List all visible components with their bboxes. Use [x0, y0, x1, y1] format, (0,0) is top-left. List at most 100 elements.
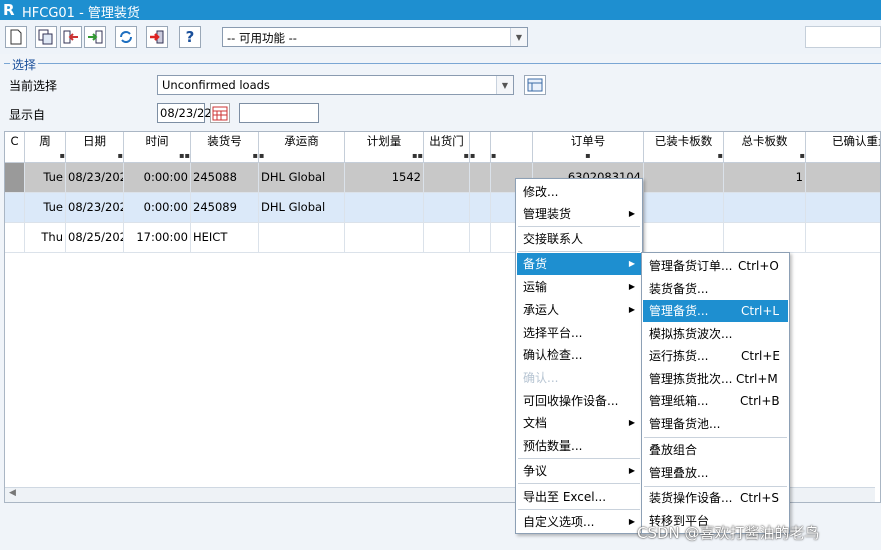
cell-planned [345, 223, 424, 252]
submenu-item[interactable]: 装货备货... [643, 278, 788, 300]
submenu-item-label: 装货操作设备... [649, 491, 733, 505]
cell-total-pallets [724, 193, 806, 222]
menu-item-manage-load[interactable]: 管理装货 ▶ [517, 203, 641, 225]
submenu-item[interactable]: 模拟拣货波次... [643, 323, 788, 345]
menu-item-documents[interactable]: 文档 ▶ [517, 412, 641, 434]
chevron-down-icon[interactable]: ▼ [496, 76, 513, 94]
menu-item-confirm-check[interactable]: 确认检查... [517, 344, 641, 366]
submenu-item[interactable]: 运行拣货... Ctrl+E [643, 345, 788, 367]
menu-item-carrier[interactable]: 承运人 ▶ [517, 299, 641, 321]
menu-item-select-platform[interactable]: 选择平台... [517, 322, 641, 344]
move-left-icon[interactable] [60, 26, 82, 48]
selection-editor-icon[interactable] [524, 75, 546, 95]
filter-cell[interactable]: ▪▪ [345, 151, 424, 163]
filter-cell[interactable]: ▪ [491, 151, 533, 163]
column-header[interactable]: 时间 [124, 132, 191, 151]
menu-item-label: 导出至 Excel... [523, 490, 607, 504]
submenu-item-manage-picking[interactable]: 管理备货... Ctrl+L [643, 300, 788, 322]
submenu-item[interactable]: 管理备货池... [643, 413, 788, 435]
cell-confirmed-weight [806, 223, 880, 252]
function-select-value: -- 可用功能 -- [227, 31, 297, 45]
chevron-right-icon: ▶ [628, 259, 635, 268]
filter-cell[interactable]: ▪ [66, 151, 124, 163]
picking-submenu: 管理备货订单... Ctrl+O 装货备货... 管理备货... Ctrl+L 模拟… [641, 252, 790, 534]
submenu-item[interactable]: 管理拣货批次... Ctrl+M [643, 368, 788, 390]
table-row[interactable]: Tue 08/23/2022 0:00:00 245089 DHL Global [5, 193, 880, 223]
filter-cell[interactable]: ▪ [470, 151, 491, 163]
menu-item-export-excel[interactable]: 导出至 Excel... [517, 486, 641, 508]
menu-separator [518, 251, 640, 252]
shortcut-label: Ctrl+O [738, 259, 779, 273]
cell-load: 245088 [191, 163, 259, 192]
filter-cell[interactable]: ▪ [191, 151, 259, 163]
secondary-date-field[interactable] [239, 103, 319, 123]
function-select[interactable]: -- 可用功能 -- ▼ [222, 27, 528, 47]
filter-cell[interactable]: ▪ [533, 151, 644, 163]
table-row[interactable]: Thu 08/25/2022 17:00:00 HEICT [5, 223, 880, 253]
date-field[interactable]: 08/23/22 [157, 103, 212, 123]
menu-item-estimate-quantity[interactable]: 预估数量... [517, 435, 641, 457]
calendar-icon[interactable] [210, 103, 230, 123]
filter-cell[interactable] [5, 151, 25, 163]
column-header[interactable]: 已装卡板数 [644, 132, 724, 151]
table-row[interactable]: Tue 08/23/2022 0:00:00 245088 DHL Global… [5, 163, 880, 193]
submenu-item-label: 运行拣货... [649, 349, 709, 363]
current-selection-select[interactable]: Unconfirmed loads ▼ [157, 75, 514, 95]
column-header[interactable]: C [5, 132, 25, 151]
submenu-item[interactable]: 管理备货订单... Ctrl+O [643, 255, 788, 277]
date-field-value: 08/23/22 [160, 106, 212, 120]
cell-confirmed-weight [806, 193, 880, 222]
chevron-right-icon: ▶ [628, 209, 635, 218]
menu-separator [518, 509, 640, 510]
submenu-item[interactable]: 管理叠放... [643, 462, 788, 484]
column-header[interactable]: 总卡板数 [724, 132, 806, 151]
filter-cell[interactable]: ▪▪ [124, 151, 191, 163]
new-doc-icon[interactable] [5, 26, 27, 48]
title-bar: R HFCG01 - 管理装货 [0, 0, 881, 21]
filter-cell[interactable] [806, 151, 880, 163]
menu-item-label: 自定义选项... [523, 515, 595, 529]
menu-item-label: 可回收操作设备... [523, 394, 619, 408]
menu-separator [518, 483, 640, 484]
app-logo: R [3, 1, 15, 19]
column-header[interactable] [470, 132, 491, 151]
menu-item-recyclable-equipment[interactable]: 可回收操作设备... [517, 390, 641, 412]
cell-load: 245089 [191, 193, 259, 222]
exit-icon[interactable] [146, 26, 168, 48]
chevron-down-icon[interactable]: ▼ [510, 28, 527, 46]
scroll-left-icon[interactable]: ◀ [9, 488, 16, 498]
submenu-item[interactable]: 装货操作设备... Ctrl+S [643, 487, 788, 509]
submenu-item[interactable]: 管理纸箱... Ctrl+B [643, 390, 788, 412]
submenu-item-label: 管理备货订单... [649, 259, 733, 273]
toolbar-right-field[interactable] [805, 26, 881, 48]
menu-item-handover-contact[interactable]: 交接联系人 [517, 228, 641, 250]
submenu-item[interactable]: 叠放组合 [643, 439, 788, 461]
column-header[interactable] [491, 132, 533, 151]
menu-item-picking[interactable]: 备货 ▶ [517, 253, 641, 275]
menu-item-dispute[interactable]: 争议 ▶ [517, 460, 641, 482]
column-header[interactable]: 周 [25, 132, 66, 151]
submenu-item-label: 管理纸箱... [649, 394, 709, 408]
column-header[interactable]: 订单号 [533, 132, 644, 151]
filter-cell[interactable]: ▪ [259, 151, 345, 163]
column-header[interactable]: 日期 [66, 132, 124, 151]
menu-separator [644, 437, 787, 438]
menu-item-modify[interactable]: 修改... [517, 181, 641, 203]
filter-cell[interactable]: ▪ [724, 151, 806, 163]
copy-icon[interactable] [35, 26, 57, 48]
column-header[interactable]: 承运商 [259, 132, 345, 151]
column-header[interactable]: 计划量 [345, 132, 424, 151]
row-indicator [5, 163, 25, 192]
cell-load: HEICT [191, 223, 259, 252]
move-right-icon[interactable] [84, 26, 106, 48]
column-header[interactable]: 已确认重量 [806, 132, 880, 151]
filter-cell[interactable]: ▪ [25, 151, 66, 163]
help-icon[interactable]: ? [179, 26, 201, 48]
menu-item-custom-options[interactable]: 自定义选项... ▶ [517, 511, 641, 533]
filter-cell[interactable]: ▪ [644, 151, 724, 163]
filter-cell[interactable]: ▪ [424, 151, 470, 163]
column-header[interactable]: 装货号 [191, 132, 259, 151]
menu-item-transport[interactable]: 运输 ▶ [517, 276, 641, 298]
refresh-icon[interactable] [115, 26, 137, 48]
column-header[interactable]: 出货门 [424, 132, 470, 151]
